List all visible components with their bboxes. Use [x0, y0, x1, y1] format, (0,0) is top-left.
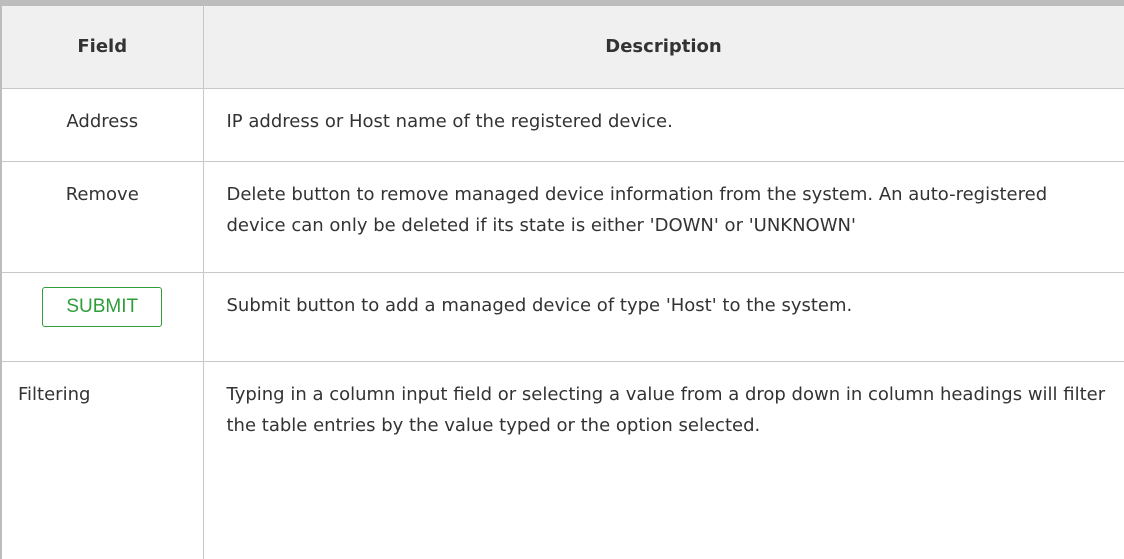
field-column-header: Field: [0, 0, 204, 89]
field-cell-address: Address: [0, 88, 204, 162]
table-row: Filtering Typing in a column input field…: [0, 361, 1124, 559]
description-cell-filtering: Typing in a column input field or select…: [203, 361, 1124, 559]
table-header-row: Field Description: [0, 0, 1124, 89]
table-row: Address IP address or Host name of the r…: [0, 88, 1124, 162]
field-description-table: Field Description Address IP address or …: [0, 0, 1124, 559]
description-cell-submit: Submit button to add a managed device of…: [203, 272, 1124, 362]
table-row: SUBMIT Submit button to add a managed de…: [0, 272, 1124, 362]
description-cell-remove: Delete button to remove managed device i…: [203, 161, 1124, 273]
table-row: Remove Delete button to remove managed d…: [0, 161, 1124, 273]
field-cell-filtering: Filtering: [0, 361, 204, 559]
field-cell-submit: SUBMIT: [0, 272, 204, 362]
description-cell-address: IP address or Host name of the registere…: [203, 88, 1124, 162]
submit-button[interactable]: SUBMIT: [42, 286, 163, 327]
field-cell-remove: Remove: [0, 161, 204, 273]
description-column-header: Description: [203, 0, 1124, 89]
